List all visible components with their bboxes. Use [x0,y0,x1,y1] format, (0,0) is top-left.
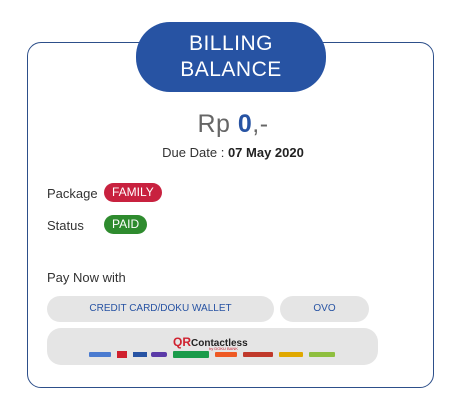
qr-prefix: QR [173,335,191,349]
status-badge: PAID [104,215,148,234]
cimb-logo [243,352,273,357]
title-line-1: BILLING [188,32,274,55]
credit-card-doku-wallet-button[interactable]: CREDIT CARD/DOKU WALLET [47,296,274,322]
bca-text-logo [133,352,147,357]
status-label: Status [47,218,84,233]
billing-balance-title: BILLING BALANCE [136,22,326,92]
qr-contactless-button[interactable]: QRContactless by DOKU BANK [47,328,378,365]
shopee-logo [215,352,237,357]
ovo-button[interactable]: OVO [280,296,369,322]
due-date-label: Due Date : [162,145,225,160]
payment-logos-strip [89,351,335,358]
due-date-value: 07 May 2020 [227,145,304,160]
title-line-2: BALANCE [180,58,282,81]
pay-now-label: Pay Now with [47,270,126,285]
gopay-logo [173,351,209,358]
amount-suffix: ,- [252,110,269,138]
amount-value: 0 [237,110,253,138]
ovo-logo [151,352,167,357]
permata-logo [309,352,335,357]
bca-logo [117,351,127,358]
currency-label: Rp [197,110,231,138]
package-badge: FAMILY [104,183,162,202]
due-date: Due Date : 07 May 2020 [0,145,466,160]
balance-amount: Rp 0,- [0,110,466,139]
bank-logo [89,352,111,357]
package-label: Package [47,186,98,201]
maybank-logo [279,352,303,357]
